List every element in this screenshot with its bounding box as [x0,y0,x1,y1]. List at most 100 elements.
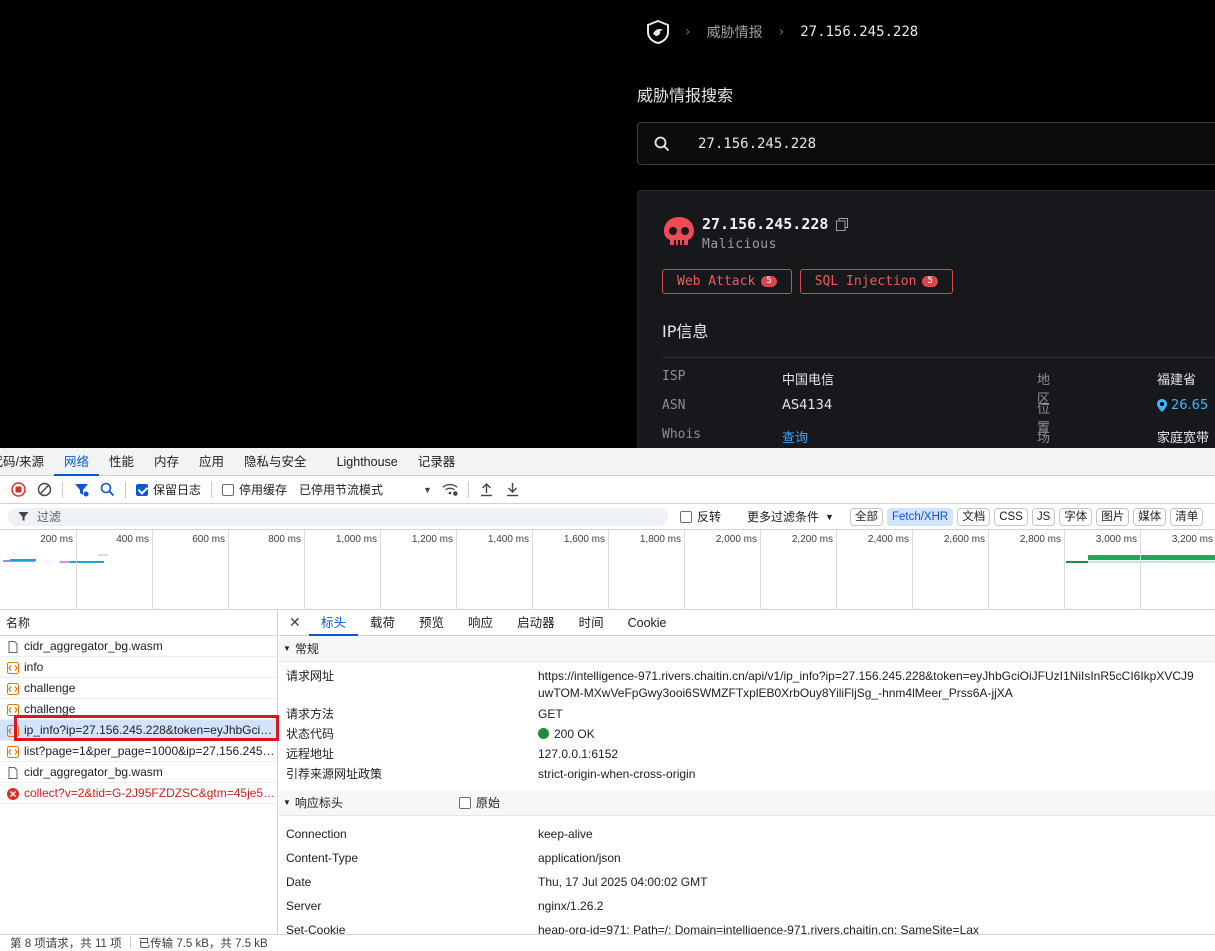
checkbox-unchecked[interactable] [680,510,692,523]
close-icon[interactable]: ✕ [289,614,309,631]
info-value: AS4134 [782,398,833,413]
map-pin-icon [1157,399,1167,412]
export-har-icon[interactable] [505,482,521,498]
header-value: nginx/1.26.2 [538,899,604,913]
chip-img[interactable]: 图片 [1096,507,1130,526]
timeline-bar [1066,561,1088,563]
record-stop-icon[interactable] [10,482,26,498]
tab-preview[interactable]: 预览 [407,610,456,636]
copy-icon[interactable] [836,217,849,231]
search-title: 威胁情报搜索 [637,86,734,105]
network-timeline-overview[interactable]: 200 ms 400 ms 600 ms 800 ms 1,000 ms 1,200 ms… [0,530,1215,610]
tag-sql-injection[interactable]: SQL Injection 5 [799,269,953,294]
request-row[interactable]: cidr_aggregator_bg.wasm [0,762,277,783]
tab-headers[interactable]: 标头 [309,610,359,636]
tab-recorder[interactable]: 记录器 [408,448,466,476]
tab-response[interactable]: 响应 [456,610,505,636]
timeline-bar [10,559,36,561]
header-row: uwTOM-MXwVeFpGwy3ooi6SWMZFTxplEB0XrbOuy8… [279,684,1215,704]
shield-logo-icon[interactable] [647,20,669,44]
throttling-select[interactable]: 已停用节流模式 ▼ [299,481,432,498]
request-name: info [24,660,44,674]
request-row[interactable]: challenge [0,678,277,699]
filter-input[interactable]: 过滤 [8,507,668,526]
import-har-icon[interactable] [479,482,495,498]
breadcrumb-current: 27.156.245.228 [800,24,919,40]
timeline-gridline [760,530,761,610]
response-headers-section-header[interactable]: ▼ 响应标头 原始 [279,790,1215,816]
toolbar-divider [211,481,213,498]
column-header-name[interactable]: 名称 [0,610,277,636]
toolbar-divider [62,481,63,498]
header-row: Content-Type application/json [279,846,1215,870]
raw-checkbox[interactable]: 原始 [458,790,500,816]
tag-label: SQL Injection [814,274,917,289]
header-row: 引荐来源网址政策 strict-origin-when-cross-origin [279,764,1215,784]
request-row[interactable]: list?page=1&per_page=1000&ip=27.156.245.… [0,741,277,762]
request-name: collect?v=2&tid=G-2J95FZDZSC&gtm=45je57e… [24,786,277,800]
search-input[interactable] [698,135,1178,152]
tab-timing[interactable]: 时间 [567,610,616,636]
header-key: 远程地址 [286,747,335,761]
xhr-icon [7,683,19,695]
filter-icon[interactable] [73,482,89,498]
header-row: 远程地址 127.0.0.1:6152 [279,744,1215,764]
tab-performance[interactable]: 性能 [99,448,144,476]
chip-doc[interactable]: 文档 [957,507,991,526]
tab-sources[interactable]: 源代码/来源 [0,448,54,476]
disable-cache-checkbox[interactable]: 停用缓存 [222,481,287,498]
request-name: ip_info?ip=27.156.245.228&token=eyJhbGci… [24,723,277,737]
header-key: 状态代码 [286,727,335,741]
preserve-log-checkbox[interactable]: 保留日志 [136,481,201,498]
location-link[interactable]: 26.65 [1157,398,1208,413]
preserve-log-label: 保留日志 [153,483,202,497]
timeline-tick-label: 600 ms [192,534,225,545]
chip-js[interactable]: JS [1031,507,1056,526]
request-row[interactable]: cidr_aggregator_bg.wasm [0,636,277,657]
chip-font[interactable]: 字体 [1059,507,1093,526]
chip-media[interactable]: 媒体 [1133,507,1167,526]
breadcrumb-section[interactable]: 威胁情报 [707,22,763,42]
request-row[interactable]: collect?v=2&tid=G-2J95FZDZSC&gtm=45je57e… [0,783,277,804]
general-headers: 请求网址 https://intelligence-971.rivers.cha… [279,662,1215,790]
filter-bar: 过滤 反转 更多过滤条件 ▼ 全部 Fetch/XHR 文档 CSS JS 字体… [0,504,1215,530]
network-conditions-icon[interactable] [442,482,458,498]
general-section-header[interactable]: ▼ 常规 [279,636,1215,662]
ip-info-title: IP信息 [662,322,709,341]
checkbox-checked[interactable] [136,483,148,496]
checkbox-unchecked[interactable] [458,796,471,809]
request-row[interactable]: info [0,657,277,678]
response-headers-title: 响应标头 [294,795,343,810]
status-text: 200 OK [554,727,595,741]
tab-cookie[interactable]: Cookie [616,610,679,636]
request-row[interactable]: challenge [0,699,277,720]
tab-network[interactable]: 网络 [53,448,99,476]
checkbox-unchecked[interactable] [222,483,235,496]
timeline-gridline [456,530,457,610]
tab-privacy-security[interactable]: 隐私与安全 [234,448,317,476]
tab-lighthouse[interactable]: Lighthouse [327,448,408,476]
location-value: 26.65 [1171,398,1209,413]
search-icon[interactable] [99,482,115,498]
tag-web-attack[interactable]: Web Attack 5 [662,269,792,294]
whois-query-link[interactable]: 查询 [782,427,808,446]
timeline-gridline [684,530,685,610]
tab-application[interactable]: 应用 [189,448,234,476]
tab-payload[interactable]: 载荷 [358,610,407,636]
header-value: uwTOM-MXwVeFpGwy3ooi6SWMZFTxplEB0XrbOuy8… [538,686,1013,700]
timeline-gridline [228,530,229,610]
toolbar-divider [467,481,469,498]
more-filters-dropdown[interactable]: 更多过滤条件 ▼ [747,508,834,525]
search-box[interactable] [637,122,1215,165]
timeline-tick-label: 1,000 ms [335,534,377,545]
request-row[interactable]: ip_info?ip=27.156.245.228&token=eyJhbGci… [0,720,277,741]
throttling-label: 已停用节流模式 [299,483,384,497]
chip-css[interactable]: CSS [994,507,1028,526]
chip-fetch-xhr[interactable]: Fetch/XHR [886,507,954,526]
tab-memory[interactable]: 内存 [144,448,189,476]
chip-all[interactable]: 全部 [849,507,883,526]
chip-manifest[interactable]: 清单 [1170,507,1204,526]
invert-checkbox[interactable]: 反转 [680,508,721,525]
tab-initiator[interactable]: 启动器 [505,610,567,636]
clear-icon[interactable] [36,482,52,498]
